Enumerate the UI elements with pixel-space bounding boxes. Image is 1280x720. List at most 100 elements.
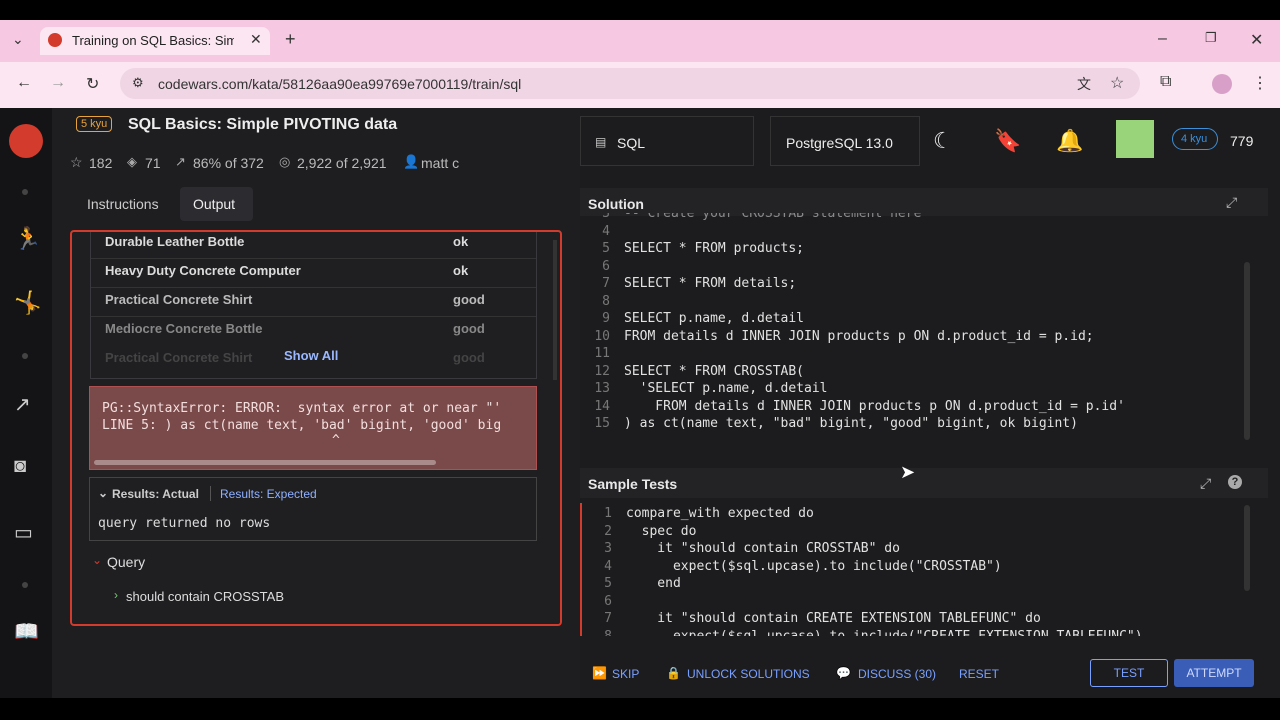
help-icon[interactable]: ? bbox=[1228, 475, 1242, 489]
user-avatar[interactable] bbox=[1116, 120, 1154, 158]
collections-count: 71 bbox=[145, 155, 161, 171]
results-message: query returned no rows bbox=[98, 516, 271, 531]
line-number: 8 bbox=[602, 293, 610, 309]
results-actual-label[interactable]: Results: Actual bbox=[112, 487, 199, 501]
code-line[interactable]: 3 it "should contain CROSSTAB" do bbox=[592, 540, 1242, 558]
codewars-favicon-icon bbox=[48, 33, 62, 47]
tab-output[interactable]: Output bbox=[193, 196, 235, 212]
code-line[interactable]: 8 bbox=[590, 293, 1240, 311]
code-line[interactable]: 15) as ct(name text, "bad" bigint, "good… bbox=[590, 415, 1240, 433]
expand-icon[interactable]: ⤢ bbox=[1226, 194, 1237, 211]
author-name[interactable]: matt c bbox=[421, 155, 459, 171]
code-text: SELECT * FROM CROSSTAB( bbox=[624, 363, 805, 379]
code-line[interactable]: 14 FROM details d INNER JOIN products p … bbox=[590, 398, 1240, 416]
chevron-right-icon[interactable]: › bbox=[114, 588, 118, 602]
skip-icon[interactable]: ⏩ bbox=[592, 666, 607, 680]
tab-search-icon[interactable]: ⌄ bbox=[12, 31, 24, 48]
code-line[interactable]: 5 end bbox=[592, 575, 1242, 593]
site-info-icon[interactable]: ⚙ bbox=[132, 75, 144, 91]
chat-icon[interactable]: ▭ bbox=[14, 520, 33, 545]
train-icon[interactable]: 🏃 bbox=[14, 226, 41, 252]
code-text: FROM details d INNER JOIN products p ON … bbox=[624, 398, 1125, 414]
forward-icon[interactable]: → bbox=[50, 74, 66, 92]
tests-scrollbar[interactable] bbox=[1244, 505, 1250, 591]
reset-button[interactable]: RESET bbox=[959, 667, 999, 681]
code-line[interactable]: 7 SELECT * FROM details; bbox=[590, 275, 1240, 293]
code-line[interactable]: 10 FROM details d INNER JOIN products p O… bbox=[590, 328, 1240, 346]
line-number: 10 bbox=[594, 328, 610, 344]
author-icon: 👤 bbox=[403, 154, 420, 169]
bookmark-icon[interactable]: 🔖 bbox=[994, 128, 1021, 154]
expand-icon[interactable]: ⤢ bbox=[1200, 475, 1211, 492]
line-number: 7 bbox=[604, 611, 612, 626]
discord-icon[interactable]: ◙ bbox=[14, 455, 26, 478]
query-item[interactable]: should contain CROSSTAB bbox=[126, 589, 284, 604]
code-text: it "should contain CROSSTAB" do bbox=[626, 541, 900, 556]
back-icon[interactable]: ← bbox=[16, 74, 32, 92]
code-line[interactable]: 4 expect($sql.upcase).to include("CROSST… bbox=[592, 558, 1242, 576]
moon-icon[interactable]: ☾ bbox=[933, 128, 953, 154]
restore-icon[interactable]: ❐ bbox=[1205, 30, 1217, 46]
star-icon[interactable]: ☆ bbox=[70, 154, 83, 171]
leaderboard-icon[interactable]: ↗ bbox=[14, 392, 31, 417]
profile-avatar[interactable] bbox=[1212, 74, 1232, 94]
lock-icon[interactable]: 🔒 bbox=[666, 666, 681, 680]
code-line[interactable]: 9 SELECT p.name, d.detail bbox=[590, 310, 1240, 328]
bell-icon[interactable]: 🔔 bbox=[1056, 128, 1083, 154]
code-line[interactable]: 11 bbox=[590, 345, 1240, 363]
code-line[interactable]: 8 expect($sql.upcase).to include("CREATE… bbox=[592, 628, 1242, 637]
solution-editor[interactable]: 3 -- Create your CROSSTAB statement here 4… bbox=[590, 213, 1240, 443]
code-line[interactable]: 12 SELECT * FROM CROSSTAB( bbox=[590, 363, 1240, 381]
query-chevron-down-icon[interactable]: ⌄ bbox=[92, 553, 102, 567]
solution-header bbox=[580, 188, 1268, 216]
query-section-title[interactable]: Query bbox=[107, 554, 145, 570]
code-line[interactable]: 5 SELECT * FROM products; bbox=[590, 240, 1240, 258]
chevron-down-icon[interactable]: ⌄ bbox=[98, 486, 108, 500]
line-number: 7 bbox=[602, 276, 610, 291]
code-line[interactable]: 3 -- Create your CROSSTAB statement here bbox=[590, 213, 1240, 223]
nav-dot bbox=[22, 582, 28, 588]
discuss-icon[interactable]: 💬 bbox=[836, 666, 851, 680]
solution-scrollbar[interactable] bbox=[1244, 262, 1250, 440]
practice-icon[interactable]: 🤸 bbox=[14, 290, 41, 316]
minimize-icon[interactable]: – bbox=[1158, 30, 1167, 48]
error-caret: ^ bbox=[332, 433, 340, 448]
tab-instructions[interactable]: Instructions bbox=[87, 196, 159, 212]
table-cell-detail: ok bbox=[453, 263, 469, 278]
code-text: SELECT * FROM products; bbox=[624, 241, 805, 256]
reload-icon[interactable]: ↻ bbox=[86, 74, 99, 94]
codewars-logo-icon[interactable] bbox=[9, 124, 43, 158]
results-expected-label[interactable]: Results: Expected bbox=[220, 487, 317, 501]
bookmark-star-icon[interactable]: ☆ bbox=[1110, 73, 1124, 93]
line-number: 11 bbox=[594, 346, 610, 361]
code-text: it "should contain CREATE EXTENSION TABL… bbox=[626, 611, 1041, 626]
code-line[interactable]: 6 bbox=[590, 258, 1240, 276]
test-button[interactable]: TEST bbox=[1090, 659, 1168, 687]
completed-count: 2,922 of 2,921 bbox=[297, 155, 387, 171]
discuss-button[interactable]: DISCUSS (30) bbox=[858, 667, 936, 681]
code-line[interactable]: 6 bbox=[592, 593, 1242, 611]
code-line[interactable]: 1 compare_with expected do bbox=[592, 505, 1242, 523]
unlock-solutions-button[interactable]: UNLOCK SOLUTIONS bbox=[687, 667, 810, 681]
collections-icon[interactable]: ◈ bbox=[127, 154, 137, 170]
sample-tests-editor[interactable]: 1 compare_with expected do 2 spec do 3 it "… bbox=[592, 505, 1242, 636]
row-divider bbox=[91, 258, 536, 259]
version-label: PostgreSQL 13.0 bbox=[786, 135, 893, 151]
code-line[interactable]: 2 spec do bbox=[592, 523, 1242, 541]
translate-icon[interactable]: 文 bbox=[1077, 74, 1091, 94]
code-line[interactable]: 4 bbox=[590, 223, 1240, 241]
skip-button[interactable]: SKIP bbox=[612, 667, 639, 681]
attempt-button[interactable]: ATTEMPT bbox=[1174, 659, 1254, 687]
close-window-icon[interactable]: ✕ bbox=[1250, 30, 1263, 50]
code-line[interactable]: 13 'SELECT p.name, d.detail bbox=[590, 380, 1240, 398]
docs-book-icon[interactable]: 📖 bbox=[14, 619, 39, 644]
close-tab-icon[interactable]: ✕ bbox=[250, 31, 262, 48]
code-line[interactable]: 7 it "should contain CREATE EXTENSION TA… bbox=[592, 610, 1242, 628]
output-scrollbar[interactable] bbox=[553, 240, 557, 380]
show-all-link[interactable]: Show All bbox=[284, 348, 338, 363]
error-scrollbar[interactable] bbox=[94, 460, 436, 465]
browser-menu-icon[interactable]: ⋮ bbox=[1252, 73, 1268, 93]
nav-dot bbox=[22, 353, 28, 359]
extensions-icon[interactable]: ⧉ bbox=[1160, 73, 1171, 91]
new-tab-icon[interactable]: + bbox=[285, 29, 296, 50]
